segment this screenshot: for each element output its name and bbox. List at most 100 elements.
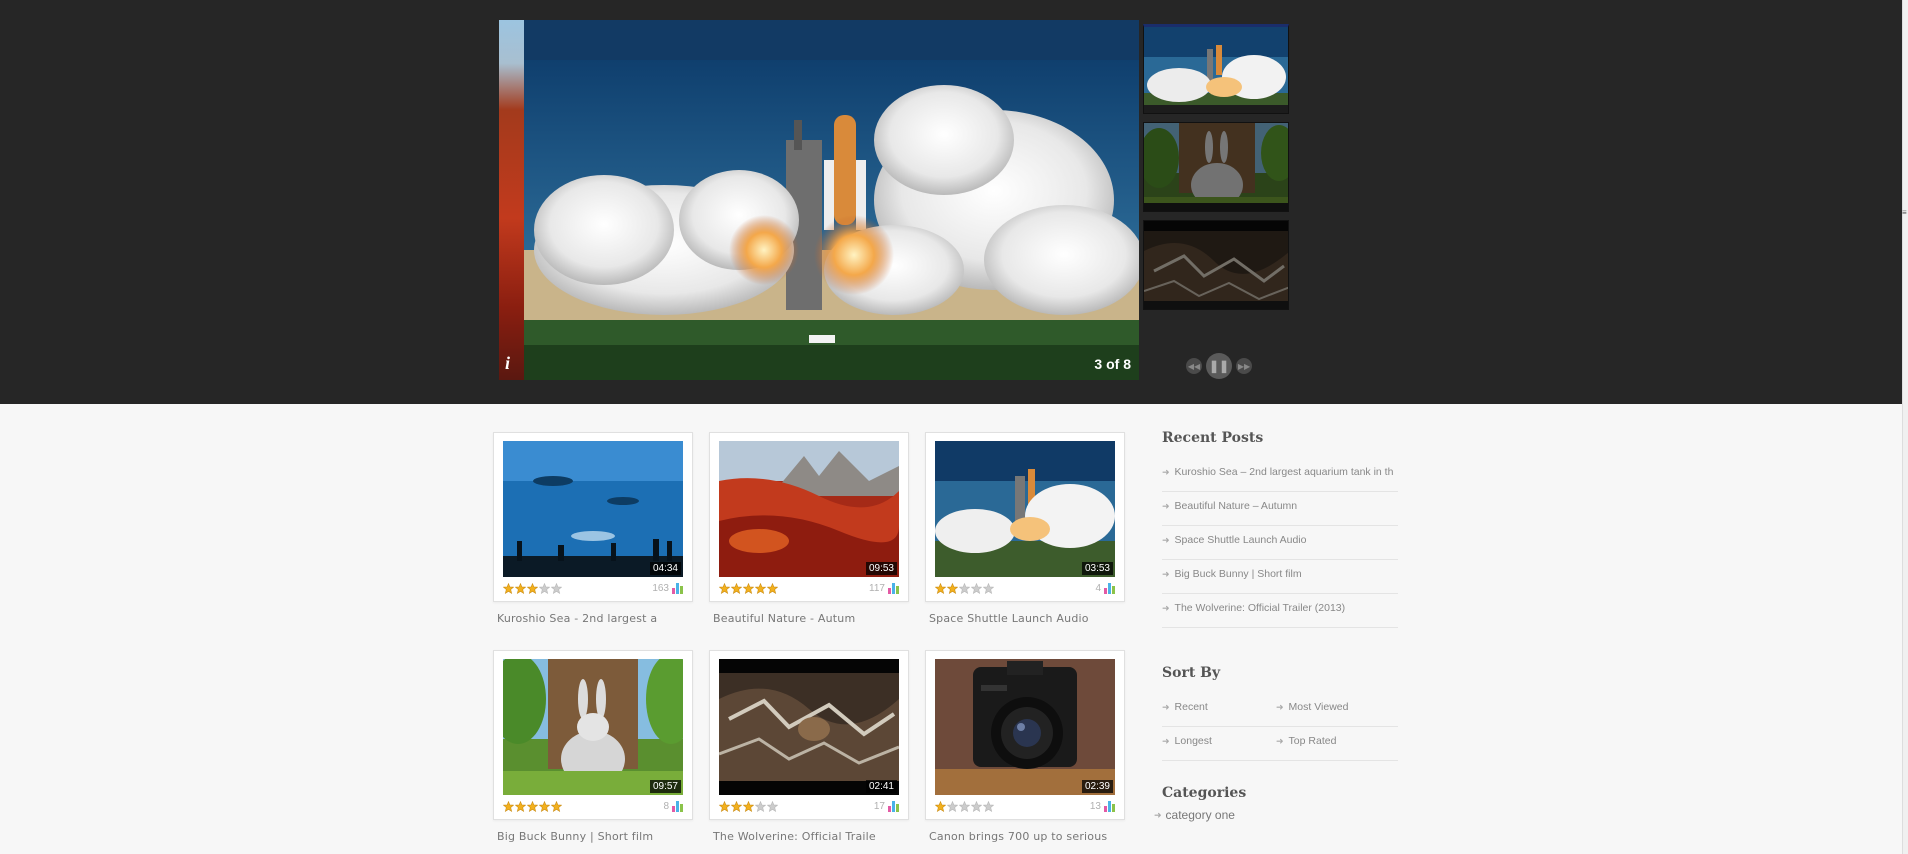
video-card[interactable]: 09:57 8 Big Buck Bunny | Short film [493, 650, 693, 843]
next-slide-icon[interactable]: ▶▶ [1236, 358, 1252, 374]
sort-most-viewed-link[interactable]: ➜ Most Viewed [1276, 693, 1398, 727]
video-card[interactable]: 02:39 13 Canon brings 700 up to serious [925, 650, 1125, 843]
star-filled-icon[interactable] [515, 800, 526, 812]
star-empty-icon[interactable] [971, 800, 982, 812]
video-thumbnail[interactable]: 02:41 [719, 659, 899, 795]
rating-stars[interactable] [719, 800, 778, 812]
video-meta: 163 [503, 577, 683, 599]
vertical-scrollbar[interactable]: ≡ [1902, 0, 1908, 854]
video-title[interactable]: Canon brings 700 up to serious [925, 830, 1125, 843]
recent-post-link[interactable]: ➜ Space Shuttle Launch Audio [1162, 526, 1398, 560]
recent-post-link[interactable]: ➜ Kuroshio Sea – 2nd largest aquarium tan… [1162, 458, 1398, 492]
arrow-right-icon: ➜ [1162, 535, 1170, 545]
video-card-frame: 02:41 17 [709, 650, 909, 820]
video-thumbnail[interactable]: 09:53 [719, 441, 899, 577]
star-filled-icon[interactable] [527, 800, 538, 812]
star-filled-icon[interactable] [719, 800, 730, 812]
star-filled-icon[interactable] [719, 582, 730, 594]
star-empty-icon[interactable] [959, 582, 970, 594]
thumbnail-bunny[interactable] [1143, 122, 1289, 212]
thumbnail-bar [1144, 203, 1288, 211]
star-filled-icon[interactable] [515, 582, 526, 594]
stats-icon [672, 800, 683, 812]
shuttle-launch-image[interactable] [524, 20, 1139, 380]
thumbnail-wolverine[interactable] [1143, 220, 1289, 310]
sort-option-label: Top Rated [1288, 735, 1337, 747]
featured-video-stage[interactable]: i 3 of 8 [499, 20, 1139, 380]
sort-by-title: Sort By [1162, 665, 1221, 681]
video-title[interactable]: Beautiful Nature - Autum [709, 612, 909, 625]
video-card[interactable]: 09:53 117 Beautiful Nature - Autum [709, 432, 909, 625]
arrow-right-icon: ➜ [1276, 736, 1284, 746]
video-card-frame: 03:53 4 [925, 432, 1125, 602]
recent-post-link[interactable]: ➜ Big Buck Bunny | Short film [1162, 560, 1398, 594]
sort-recent-link[interactable]: ➜ Recent [1162, 693, 1276, 727]
star-empty-icon[interactable] [767, 800, 778, 812]
recent-post-link[interactable]: ➜ Beautiful Nature – Autumn [1162, 492, 1398, 526]
sort-longest-link[interactable]: ➜ Longest [1162, 727, 1276, 761]
star-filled-icon[interactable] [935, 800, 946, 812]
video-thumbnail[interactable]: 02:39 [935, 659, 1115, 795]
recent-post-link[interactable]: ➜ The Wolverine: Official Trailer (2013) [1162, 594, 1398, 628]
star-filled-icon[interactable] [755, 582, 766, 594]
video-title[interactable]: Space Shuttle Launch Audio [925, 612, 1125, 625]
video-thumbnail[interactable]: 04:34 [503, 441, 683, 577]
video-title[interactable]: The Wolverine: Official Traile [709, 830, 909, 843]
category-label: category one [1165, 808, 1235, 822]
star-filled-icon[interactable] [503, 582, 514, 594]
star-empty-icon[interactable] [983, 582, 994, 594]
star-empty-icon[interactable] [551, 582, 562, 594]
previous-slide-edge[interactable] [499, 20, 524, 380]
rating-stars[interactable] [503, 582, 562, 594]
star-filled-icon[interactable] [947, 582, 958, 594]
canon-camera-image [935, 659, 1115, 795]
star-empty-icon[interactable] [539, 582, 550, 594]
star-empty-icon[interactable] [971, 582, 982, 594]
star-filled-icon[interactable] [731, 582, 742, 594]
video-card[interactable]: 04:34 163 Kuroshio Sea - 2nd largest a [493, 432, 693, 625]
star-filled-icon[interactable] [935, 582, 946, 594]
pause-icon[interactable]: ❚❚ [1206, 353, 1232, 379]
arrow-right-icon: ➜ [1162, 569, 1170, 579]
slide-counter: 3 of 8 [1094, 356, 1131, 372]
star-empty-icon[interactable] [947, 800, 958, 812]
video-meta: 17 [719, 795, 899, 817]
rating-stars[interactable] [935, 800, 994, 812]
star-filled-icon[interactable] [503, 800, 514, 812]
video-meta: 4 [935, 577, 1115, 599]
aquarium-image [503, 441, 683, 577]
video-card[interactable]: 02:41 17 The Wolverine: Official Traile [709, 650, 909, 843]
video-meta: 117 [719, 577, 899, 599]
video-card[interactable]: 03:53 4 Space Shuttle Launch Audio [925, 432, 1125, 625]
slider-controls: ◀◀ ❚❚ ▶▶ [1186, 353, 1252, 379]
star-filled-icon[interactable] [767, 582, 778, 594]
view-count: 13 [1090, 800, 1115, 812]
star-filled-icon[interactable] [731, 800, 742, 812]
previous-slide-icon[interactable]: ◀◀ [1186, 358, 1202, 374]
star-filled-icon[interactable] [527, 582, 538, 594]
sidebar: Recent Posts ➜ Kuroshio Sea – 2nd largest… [1154, 430, 1398, 825]
video-thumbnail[interactable]: 03:53 [935, 441, 1115, 577]
recent-post-label: Space Shuttle Launch Audio [1174, 534, 1307, 546]
thumbnail-bar [1144, 301, 1288, 309]
star-filled-icon[interactable] [743, 800, 754, 812]
sort-top-rated-link[interactable]: ➜ Top Rated [1276, 727, 1398, 761]
star-filled-icon[interactable] [539, 800, 550, 812]
scrollbar-grip-icon[interactable]: ≡ [1902, 209, 1908, 217]
star-empty-icon[interactable] [755, 800, 766, 812]
thumbnail-shuttle[interactable] [1143, 24, 1289, 114]
arrow-right-icon: ➜ [1276, 702, 1284, 712]
arrow-right-icon: ➜ [1154, 810, 1162, 820]
category-link[interactable]: ➜ category one [1154, 805, 1398, 825]
rating-stars[interactable] [503, 800, 562, 812]
info-icon[interactable]: i [505, 353, 510, 374]
video-thumbnail[interactable]: 09:57 [503, 659, 683, 795]
video-title[interactable]: Kuroshio Sea - 2nd largest a [493, 612, 693, 625]
star-filled-icon[interactable] [743, 582, 754, 594]
rating-stars[interactable] [719, 582, 778, 594]
star-empty-icon[interactable] [959, 800, 970, 812]
star-empty-icon[interactable] [983, 800, 994, 812]
star-filled-icon[interactable] [551, 800, 562, 812]
video-title[interactable]: Big Buck Bunny | Short film [493, 830, 693, 843]
rating-stars[interactable] [935, 582, 994, 594]
